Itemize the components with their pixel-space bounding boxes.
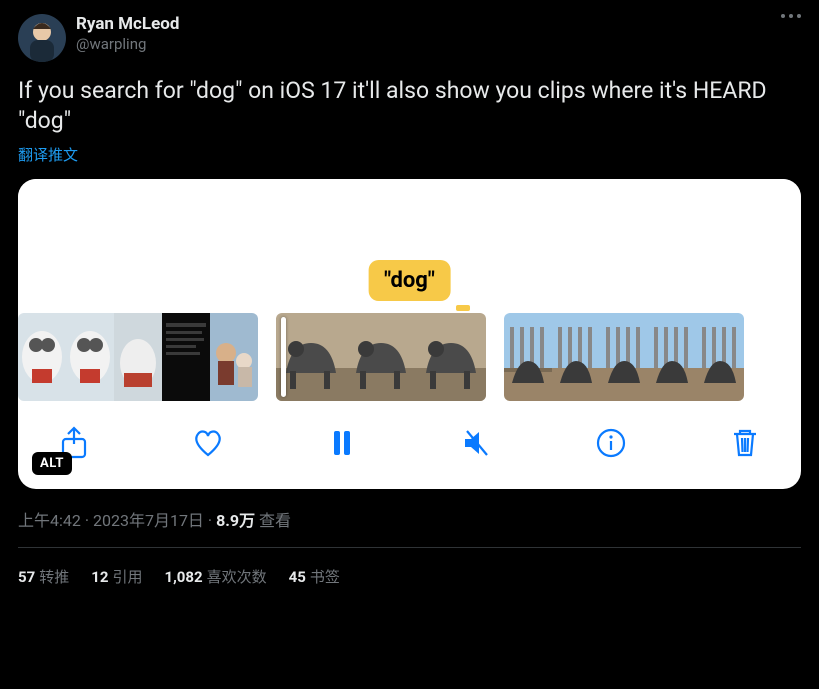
views-count: 8.9万 bbox=[216, 511, 255, 530]
thumbnail bbox=[648, 313, 696, 401]
thumbnail bbox=[162, 313, 210, 401]
thumbnail bbox=[600, 313, 648, 401]
display-name[interactable]: Ryan McLeod bbox=[76, 14, 179, 35]
clip-group-1[interactable] bbox=[18, 313, 258, 401]
media-attachment[interactable]: "dog" bbox=[18, 179, 801, 489]
thumbnail bbox=[416, 313, 486, 401]
thumbnail bbox=[552, 313, 600, 401]
divider bbox=[18, 547, 801, 548]
thumbnail bbox=[114, 313, 162, 401]
thumbnail bbox=[696, 313, 744, 401]
views-label: 查看 bbox=[259, 511, 291, 530]
more-menu-icon[interactable] bbox=[781, 14, 801, 18]
info-button[interactable] bbox=[589, 421, 633, 465]
retweets-stat[interactable]: 57转推 bbox=[18, 566, 69, 587]
thumbnail bbox=[18, 313, 66, 401]
tweet-stats: 57转推 12引用 1,082喜欢次数 45书签 bbox=[18, 566, 801, 587]
tweet-header: Ryan McLeod @warpling bbox=[18, 14, 801, 62]
author-names: Ryan McLeod @warpling bbox=[76, 14, 179, 54]
thumbnail bbox=[276, 313, 346, 401]
tweet-body: If you search for "dog" on iOS 17 it'll … bbox=[18, 76, 801, 136]
translate-link[interactable]: 翻译推文 bbox=[18, 144, 801, 165]
video-timeline[interactable] bbox=[18, 293, 801, 401]
thumbnail bbox=[504, 313, 552, 401]
avatar[interactable] bbox=[18, 14, 66, 62]
media-top-space: "dog" bbox=[18, 179, 801, 293]
clip-group-2[interactable] bbox=[276, 313, 486, 401]
thumbnail bbox=[66, 313, 114, 401]
quotes-stat[interactable]: 12引用 bbox=[91, 566, 142, 587]
tweet-date[interactable]: 2023年7月17日 bbox=[93, 511, 204, 530]
handle[interactable]: @warpling bbox=[76, 35, 179, 54]
clip-group-3[interactable] bbox=[504, 313, 744, 401]
mute-button[interactable] bbox=[455, 421, 499, 465]
likes-stat[interactable]: 1,082喜欢次数 bbox=[164, 566, 266, 587]
trash-button[interactable] bbox=[723, 421, 767, 465]
heart-button[interactable] bbox=[186, 421, 230, 465]
alt-badge[interactable]: ALT bbox=[32, 452, 72, 475]
thumbnail bbox=[346, 313, 416, 401]
media-toolbar bbox=[18, 401, 801, 489]
playhead[interactable] bbox=[281, 317, 286, 397]
tweet-container: Ryan McLeod @warpling If you search for … bbox=[0, 0, 819, 601]
thumbnail bbox=[210, 313, 258, 401]
tweet-time[interactable]: 上午4:42 bbox=[18, 511, 81, 530]
bookmarks-stat[interactable]: 45书签 bbox=[289, 566, 340, 587]
tweet-meta: 上午4:42 · 2023年7月17日 · 8.9万 查看 bbox=[18, 507, 801, 531]
pause-button[interactable] bbox=[320, 421, 364, 465]
